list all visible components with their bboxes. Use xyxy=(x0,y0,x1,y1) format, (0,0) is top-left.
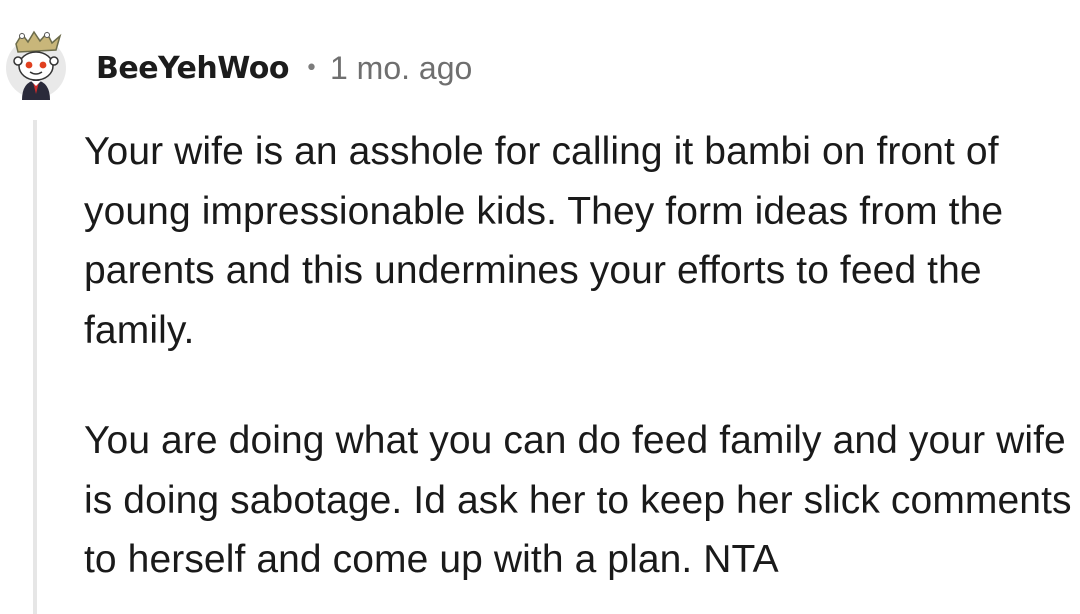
comment-paragraph: You are doing what you can do feed famil… xyxy=(84,419,1072,581)
timestamp: 1 mo. ago xyxy=(329,49,473,86)
thread-collapse-line[interactable] xyxy=(33,120,37,614)
snoo-avatar-with-crown-icon xyxy=(6,30,66,100)
username-link[interactable]: BeeYehWoo xyxy=(96,51,289,86)
comment-paragraph: Your wife is an asshole for calling it b… xyxy=(84,130,1004,352)
meta-separator: • xyxy=(304,55,318,81)
comment: BeeYehWoo • 1 mo. ago Your wife is an as… xyxy=(0,0,1080,614)
avatar[interactable] xyxy=(4,30,68,100)
author-row: BeeYehWoo • 1 mo. ago xyxy=(96,44,472,92)
comment-body: Your wife is an asshole for calling it b… xyxy=(84,122,1074,590)
comment-header: BeeYehWoo • 1 mo. ago xyxy=(0,0,1080,120)
